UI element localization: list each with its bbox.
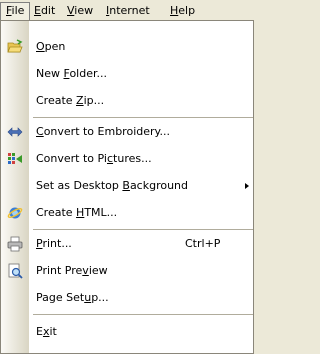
convert-pictures-icon [7,151,23,167]
printer-icon [7,236,23,252]
menu-separator [33,117,253,118]
menu-bar: File Edit View Internet Help [0,0,254,21]
menu-item-create-html[interactable]: Create HTML... [1,201,253,225]
menu-item-create-zip[interactable]: Create Zip... [1,89,253,113]
menu-file[interactable]: File [0,2,31,21]
menu-item-exit[interactable]: Exit [1,320,253,344]
internet-explorer-icon [7,205,23,221]
menu-item-open[interactable]: Open [1,35,253,59]
menu-item-new-folder[interactable]: New Folder... [1,62,253,86]
print-preview-icon [7,263,23,279]
menu-help[interactable]: Help [165,2,200,19]
menu-internet[interactable]: Internet [101,2,155,19]
menu-item-page-setup[interactable]: Page Setup... [1,286,253,310]
file-menu-dropdown: Open New Folder... Create Zip... Convert… [0,20,254,354]
menu-view[interactable]: View [62,2,98,19]
menu-edit[interactable]: Edit [29,2,60,19]
double-arrow-icon [7,124,23,140]
menu-separator [33,314,253,315]
print-shortcut: Ctrl+P [185,237,221,250]
menu-item-set-desktop-background[interactable]: Set as Desktop Background [1,174,253,198]
menu-item-print-preview[interactable]: Print Preview [1,259,253,283]
menu-item-convert-pictures[interactable]: Convert to Pictures... [1,147,253,171]
menu-separator [33,229,253,230]
menu-item-print[interactable]: Print... Ctrl+P [1,232,253,256]
menu-item-convert-embroidery[interactable]: Convert to Embroidery... [1,120,253,144]
submenu-arrow-icon [245,183,249,189]
folder-open-icon [7,39,23,55]
